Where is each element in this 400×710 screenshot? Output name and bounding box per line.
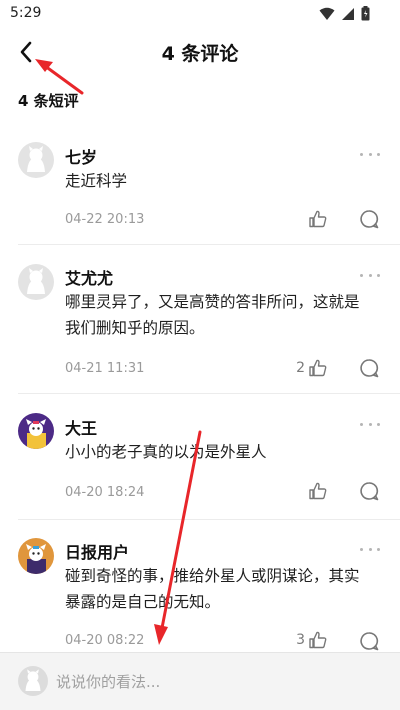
thumbs-up-icon	[309, 359, 327, 377]
wifi-icon	[319, 7, 335, 20]
more-options-icon[interactable]	[360, 148, 380, 160]
like-button[interactable]: 2	[296, 358, 328, 378]
comment-time: 04-22 20:13	[65, 212, 145, 227]
orange-character-avatar-icon[interactable]	[18, 538, 54, 574]
comment-reply-icon[interactable]	[358, 630, 380, 652]
comment-reply-icon[interactable]	[358, 480, 380, 502]
default-avatar-icon[interactable]	[18, 142, 54, 178]
comment-input[interactable]: 说说你的看法...	[56, 671, 160, 692]
purple-character-avatar-icon[interactable]	[18, 413, 54, 449]
comment-text: 哪里灵异了，又是高赞的答非所问，这就是我们删知乎的原因。	[65, 293, 360, 337]
comment-time: 04-20 08:22	[65, 633, 145, 648]
like-count: 2	[296, 360, 305, 376]
comment-text: 碰到奇怪的事，推给外星人或阴谋论，其实暴露的是自己的无知。	[65, 567, 360, 611]
comment-time: 04-21 11:31	[65, 361, 145, 376]
battery-icon	[361, 6, 370, 21]
comment-item: 大王 小小的老子真的以为是外星人 04-20 18:24	[0, 394, 400, 520]
default-avatar-icon[interactable]	[18, 264, 54, 300]
thumbs-up-icon	[309, 631, 327, 649]
cellular-signal-icon	[342, 7, 354, 20]
thumbs-up-icon	[309, 210, 327, 228]
nav-bar: 4 条评论	[0, 28, 400, 76]
like-count: 3	[296, 632, 305, 648]
status-bar: 5:29	[0, 0, 400, 28]
comment-author[interactable]: 七岁	[65, 144, 97, 168]
comment-item: 艾尤尤 哪里灵异了，又是高赞的答非所问，这就是我们删知乎的原因。 04-21 1…	[0, 245, 400, 394]
comment-item: 日报用户 碰到奇怪的事，推给外星人或阴谋论，其实暴露的是自己的无知。 04-20…	[0, 520, 400, 652]
status-time: 5:29	[10, 5, 42, 21]
comment-item: 七岁 走近科学 04-22 20:13	[0, 130, 400, 245]
comment-time: 04-20 18:24	[65, 485, 145, 500]
like-button[interactable]	[305, 209, 328, 229]
default-avatar-icon	[18, 666, 48, 696]
comment-reply-icon[interactable]	[358, 357, 380, 379]
more-options-icon[interactable]	[360, 543, 380, 555]
like-button[interactable]: 3	[296, 630, 328, 650]
comment-text: 走近科学	[65, 172, 128, 190]
more-options-icon[interactable]	[360, 418, 380, 430]
comment-author[interactable]: 大王	[65, 415, 97, 439]
page-title: 4 条评论	[161, 43, 239, 65]
comment-author[interactable]: 艾尤尤	[65, 265, 113, 289]
comment-author[interactable]: 日报用户	[65, 539, 129, 563]
like-button[interactable]	[305, 481, 328, 501]
section-title: 4 条短评	[18, 92, 79, 110]
status-icons	[319, 6, 370, 21]
more-options-icon[interactable]	[360, 269, 380, 281]
comment-text: 小小的老子真的以为是外星人	[65, 443, 267, 461]
comment-input-bar: 说说你的看法...	[0, 652, 400, 710]
thumbs-up-icon	[309, 482, 327, 500]
comment-reply-icon[interactable]	[358, 208, 380, 230]
